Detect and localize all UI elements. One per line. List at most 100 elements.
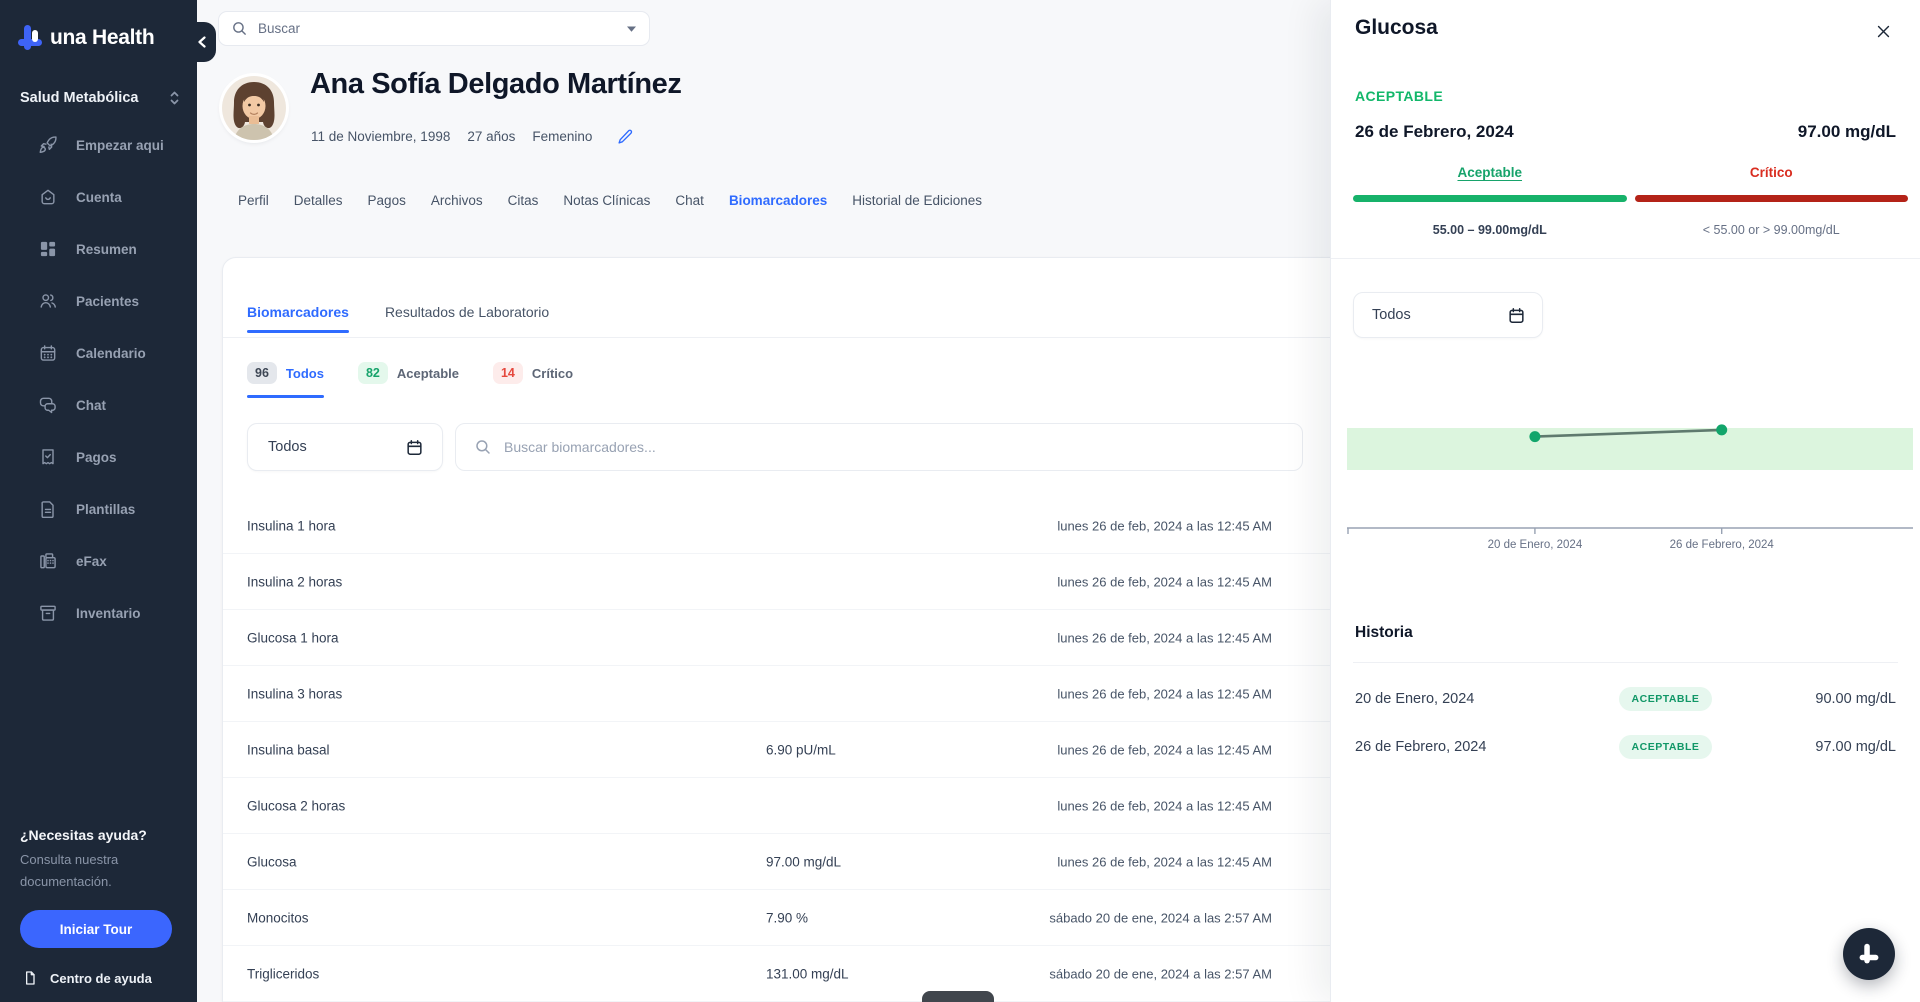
help-title: ¿Necesitas ayuda?	[20, 827, 177, 843]
biomarkers-card: Biomarcadores Resultados de Laboratorio …	[222, 257, 1362, 1002]
edit-pencil-icon[interactable]	[617, 128, 634, 145]
filter-count-badge: 14	[493, 362, 523, 384]
biomarker-row[interactable]: Insulina 1 hora lunes 26 de feb, 2024 a …	[223, 498, 1361, 554]
tab-citas[interactable]: Citas	[508, 193, 539, 208]
tab-historial-de-ediciones[interactable]: Historial de Ediciones	[852, 193, 982, 208]
sidebar-item-inventario[interactable]: Inventario	[0, 598, 197, 628]
biomarker-date: lunes 26 de feb, 2024 a las 12:45 AM	[1057, 574, 1272, 589]
home-icon	[38, 187, 58, 207]
history-row[interactable]: 26 de Febrero, 2024 ACEPTABLE 97.00 mg/d…	[1355, 728, 1896, 766]
range-critical-label[interactable]: Crítico	[1750, 165, 1793, 180]
biomarker-row[interactable]: Trigliceridos 131.00 mg/dL sábado 20 de …	[223, 946, 1361, 1002]
close-icon	[1875, 23, 1892, 40]
filter-label: Crítico	[532, 366, 573, 381]
filter-critico[interactable]: 14 Crítico	[493, 362, 573, 398]
calendar-icon	[405, 438, 424, 457]
biomarker-row[interactable]: Insulina 2 horas lunes 26 de feb, 2024 a…	[223, 554, 1361, 610]
biomarker-detail-panel: Glucosa ACEPTABLE 26 de Febrero, 2024 97…	[1330, 0, 1920, 1002]
start-tour-button[interactable]: Iniciar Tour	[20, 910, 172, 948]
biomarker-row[interactable]: Monocitos 7.90 % sábado 20 de ene, 2024 …	[223, 890, 1361, 946]
sidebar-item-pacientes[interactable]: Pacientes	[0, 286, 197, 316]
biomarker-row[interactable]: Glucosa 97.00 mg/dL lunes 26 de feb, 202…	[223, 834, 1361, 890]
brand-text: una Health	[50, 26, 154, 50]
document-icon	[38, 499, 58, 519]
biomarker-name: Glucosa 1 hora	[247, 630, 339, 645]
tab-pagos[interactable]: Pagos	[368, 193, 406, 208]
sidebar-item-plantillas[interactable]: Plantillas	[0, 494, 197, 524]
filter-todos[interactable]: 96 Todos	[247, 362, 324, 398]
tab-biomarcadores[interactable]: Biomarcadores	[729, 193, 827, 208]
biomarker-date: lunes 26 de feb, 2024 a las 12:45 AM	[1057, 686, 1272, 701]
date-range-dropdown[interactable]: Todos	[247, 423, 443, 471]
biomarker-date: sábado 20 de ene, 2024 a las 2:57 AM	[1049, 910, 1272, 925]
biomarker-search-input[interactable]: Buscar biomarcadores...	[455, 423, 1303, 471]
sidebar-nav: Empezar aqui Cuenta	[0, 130, 197, 650]
history-value: 90.00 mg/dL	[1726, 691, 1896, 707]
sidebar-item-calendario[interactable]: Calendario	[0, 338, 197, 368]
range-acceptable-values: 55.00 – 99.00mg/dL	[1353, 223, 1627, 237]
workspace-switcher[interactable]: Salud Metabólica	[20, 90, 181, 106]
tab-perfil[interactable]: Perfil	[238, 193, 269, 208]
luna-logo-icon	[16, 22, 44, 54]
biomarker-list: Insulina 1 hora lunes 26 de feb, 2024 a …	[223, 498, 1361, 1002]
range-critical-values: < 55.00 or > 99.00mg/dL	[1635, 223, 1909, 237]
sidebar-item-label: Inventario	[76, 606, 141, 621]
unfold-chevrons-icon	[168, 90, 181, 106]
biomarker-row[interactable]: Insulina basal 6.90 pU/mL lunes 26 de fe…	[223, 722, 1361, 778]
filter-aceptable[interactable]: 82 Aceptable	[358, 362, 459, 398]
history-status-badge: ACEPTABLE	[1619, 735, 1713, 759]
chat-icon	[38, 395, 58, 415]
people-icon	[38, 291, 58, 311]
tab-notas-clinicas[interactable]: Notas Clínicas	[563, 193, 650, 208]
biomarker-row[interactable]: Insulina 3 horas lunes 26 de feb, 2024 a…	[223, 666, 1361, 722]
status-badge: ACEPTABLE	[1355, 88, 1443, 104]
biomarker-date: lunes 26 de feb, 2024 a las 12:45 AM	[1057, 798, 1272, 813]
biomarker-search-placeholder: Buscar biomarcadores...	[504, 439, 656, 455]
close-button[interactable]	[1870, 18, 1896, 44]
panel-date-range-dropdown[interactable]: Todos	[1353, 292, 1543, 338]
chevron-down-icon[interactable]	[626, 25, 637, 33]
bottom-sheet-peek[interactable]	[922, 991, 994, 1002]
sidebar-item-resumen[interactable]: Resumen	[0, 234, 197, 264]
patient-tabs: Perfil Detalles Pagos Archivos Citas Not…	[238, 193, 982, 208]
biomarker-row[interactable]: Glucosa 2 horas lunes 26 de feb, 2024 a …	[223, 778, 1361, 834]
biomarker-row[interactable]: Glucosa 1 hora lunes 26 de feb, 2024 a l…	[223, 610, 1361, 666]
luna-floating-action-button[interactable]	[1843, 928, 1895, 980]
sidebar-collapse-button[interactable]	[180, 22, 216, 62]
tab-archivos[interactable]: Archivos	[431, 193, 483, 208]
app-root: una Health Salud Metabólica Empezar a	[0, 0, 1920, 1002]
archive-icon	[38, 603, 58, 623]
brand-logo[interactable]: una Health	[0, 0, 197, 54]
biomarker-name: Glucosa	[247, 854, 297, 869]
tab-chat[interactable]: Chat	[675, 193, 704, 208]
patient-age: 27 años	[467, 129, 515, 144]
calendar-icon	[1507, 306, 1526, 325]
latest-reading-value: 97.00 mg/dL	[1798, 122, 1896, 142]
biomarker-name: Insulina basal	[247, 742, 330, 757]
biomarker-value: 6.90 pU/mL	[766, 742, 836, 757]
tab-detalles[interactable]: Detalles	[294, 193, 343, 208]
fax-icon	[38, 551, 58, 571]
biomarker-date: lunes 26 de feb, 2024 a las 12:45 AM	[1057, 630, 1272, 645]
global-search-input[interactable]: Buscar	[218, 11, 650, 46]
sidebar-item-empezar-aqui[interactable]: Empezar aqui	[0, 130, 197, 160]
sidebar-item-chat[interactable]: Chat	[0, 390, 197, 420]
subtab-biomarcadores[interactable]: Biomarcadores	[247, 304, 349, 333]
divider	[1331, 258, 1920, 259]
biomarker-date: sábado 20 de ene, 2024 a las 2:57 AM	[1049, 966, 1272, 981]
luna-logo-icon	[1858, 941, 1880, 967]
sidebar-item-label: Chat	[76, 398, 106, 413]
panel-title: Glucosa	[1355, 16, 1438, 40]
history-title: Historia	[1355, 624, 1413, 642]
sidebar-item-efax[interactable]: eFax	[0, 546, 197, 576]
subtab-resultados-laboratorio[interactable]: Resultados de Laboratorio	[385, 304, 549, 333]
sidebar-item-cuenta[interactable]: Cuenta	[0, 182, 197, 212]
sidebar-item-pagos[interactable]: Pagos	[0, 442, 197, 472]
history-row[interactable]: 20 de Enero, 2024 ACEPTABLE 90.00 mg/dL	[1355, 680, 1896, 718]
sidebar-item-label: Pacientes	[76, 294, 139, 309]
range-acceptable-label[interactable]: Aceptable	[1457, 165, 1522, 180]
biomarker-value: 97.00 mg/dL	[766, 854, 841, 869]
svg-text:20 de Enero, 2024: 20 de Enero, 2024	[1488, 539, 1583, 551]
help-center-link[interactable]: Centro de ayuda	[20, 970, 177, 986]
filter-label: Todos	[286, 366, 324, 381]
